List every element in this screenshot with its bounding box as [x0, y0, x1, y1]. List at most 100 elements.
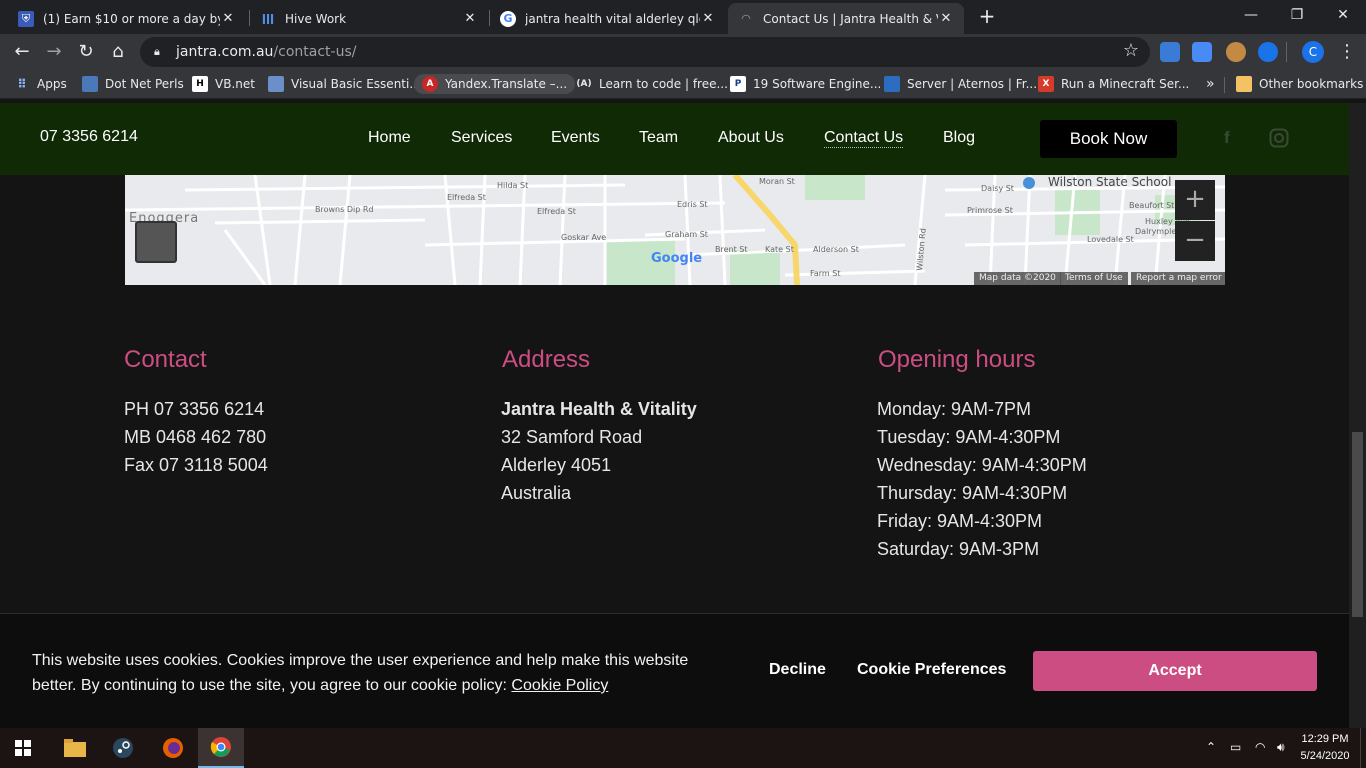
instagram-icon[interactable] [1269, 128, 1289, 148]
map-street-label: Dalrymple [1135, 227, 1177, 236]
folder-icon [1236, 76, 1252, 92]
window-close-icon[interactable]: ✕ [1320, 0, 1366, 30]
bookmark-item[interactable]: X Run a Minecraft Ser... [1038, 74, 1189, 94]
address-line: 32 Samford Road [501, 427, 643, 447]
browser-tab[interactable]: ⛨ (1) Earn $10 or more a day by do ✕ [8, 3, 246, 34]
map-zoom-in-button[interactable]: + [1175, 180, 1215, 220]
bookmarks-overflow-button[interactable]: » [1206, 74, 1215, 94]
bookmark-item[interactable]: Server | Aternos | Fr... [884, 74, 1037, 94]
minimize-icon[interactable]: — [1228, 0, 1274, 30]
map-street-label: Edris St [677, 200, 708, 209]
bookmark-label: Learn to code | free... [599, 77, 728, 91]
satellite-toggle-button[interactable] [135, 221, 177, 263]
translate-extension-icon[interactable] [1192, 42, 1212, 62]
bookmark-label: 19 Software Engine... [753, 77, 882, 91]
accept-button[interactable]: Accept [1033, 651, 1317, 691]
profile-avatar[interactable]: C [1302, 41, 1324, 63]
bookmark-label: Server | Aternos | Fr... [907, 77, 1038, 91]
address-bar[interactable]: 🔒︎ jantra.com.au/contact-us/ [140, 37, 1150, 67]
opening-hours-heading: Opening hours [878, 346, 1036, 373]
bookmark-item[interactable]: Visual Basic Essenti... [268, 74, 421, 94]
bookmark-label: Yandex.Translate –... [445, 77, 568, 91]
bookmark-star-icon[interactable]: ☆ [1117, 37, 1145, 65]
nav-home[interactable]: Home [368, 129, 411, 147]
cookie-policy-link[interactable]: Cookie Policy [511, 677, 608, 694]
bookmark-item[interactable]: H VB.net [192, 74, 255, 94]
windows-taskbar: ⌃ ▭ ◠ 🔊︎ 12:29 PM 5/24/2020 [0, 728, 1366, 768]
bookmark-item[interactable]: (A) Learn to code | free... [576, 74, 728, 94]
nav-contact-us[interactable]: Contact Us [824, 129, 904, 148]
nav-blog[interactable]: Blog [943, 129, 975, 147]
header-phone[interactable]: 07 3356 6214 [40, 128, 138, 146]
tray-chevron-icon[interactable]: ⌃ [1206, 740, 1216, 754]
wifi-icon[interactable]: ◠ [1255, 740, 1265, 754]
windows-start-icon[interactable] [0, 728, 46, 768]
google-map[interactable]: Enoggera Hilda St Elfreda St Elfreda St … [125, 175, 1225, 285]
bookmark-item[interactable]: A Yandex.Translate –... [414, 74, 576, 94]
clock-time: 12:29 PM [1301, 733, 1349, 745]
tab-title: Hive Work [285, 11, 347, 26]
bookmark-label: Apps [37, 77, 67, 91]
contact-phone[interactable]: PH 07 3356 6214 [124, 399, 264, 420]
system-clock[interactable]: 12:29 PM 5/24/2020 [1292, 731, 1358, 765]
aternos-icon [884, 76, 900, 92]
map-terms-link[interactable]: Terms of Use [1060, 272, 1128, 285]
address-line: Alderley 4051 [501, 455, 612, 475]
extension-icon[interactable] [1160, 42, 1180, 62]
map-zoom-out-button[interactable]: − [1175, 221, 1215, 261]
steam-icon[interactable] [100, 728, 146, 768]
map-street-label: Brent St [715, 245, 748, 254]
restore-icon[interactable]: ❐ [1274, 0, 1320, 30]
battery-icon[interactable]: ▭ [1230, 740, 1241, 754]
map-report-error-link[interactable]: Report a map error [1131, 272, 1225, 285]
close-icon[interactable]: ✕ [220, 11, 236, 26]
vbnet-icon: H [192, 76, 208, 92]
close-icon[interactable]: ✕ [700, 11, 716, 26]
decline-button[interactable]: Decline [769, 661, 826, 679]
cookie-extension-icon[interactable] [1226, 42, 1246, 62]
vb-essentials-icon [268, 76, 284, 92]
contact-mobile[interactable]: MB 0468 462 780 [124, 427, 266, 448]
map-street-label: Alderson St [813, 245, 859, 254]
grammarly-extension-icon[interactable] [1258, 42, 1278, 62]
shield-icon: ⛨ [18, 10, 34, 27]
site-header: 07 3356 6214 Home Services Events Team A… [0, 103, 1349, 175]
bookmark-item[interactable]: P 19 Software Engine... [730, 74, 881, 94]
new-tab-button[interactable]: + [976, 6, 998, 28]
close-icon[interactable]: ✕ [938, 11, 954, 26]
back-arrow-icon[interactable]: ← [8, 38, 36, 66]
page-scrollbar[interactable] [1349, 103, 1366, 728]
browser-tab-active[interactable]: ◠ Contact Us | Jantra Health & Vita ✕ [728, 3, 964, 34]
other-bookmarks[interactable]: Other bookmarks [1236, 74, 1363, 94]
browser-tab[interactable]: ǀǀǀ Hive Work ✕ [250, 3, 488, 34]
nav-team[interactable]: Team [639, 129, 678, 147]
reload-icon[interactable]: ↻ [72, 38, 100, 66]
bookmark-apps[interactable]: ⠿ Apps [14, 74, 67, 94]
forward-arrow-icon[interactable]: → [40, 38, 68, 66]
firefox-icon[interactable] [150, 728, 196, 768]
map-street-label: Browns Dip Rd [315, 205, 374, 214]
nav-events[interactable]: Events [551, 129, 600, 147]
map-street-label: Graham St [665, 230, 708, 239]
contact-fax: Fax 07 3118 5004 [124, 455, 268, 475]
url-host: jantra.com.au [176, 44, 274, 60]
home-icon[interactable]: ⌂ [104, 38, 132, 66]
volume-icon[interactable]: 🔊︎ [1277, 740, 1285, 755]
facebook-icon[interactable]: f [1224, 128, 1244, 148]
freecodecamp-icon: (A) [576, 79, 592, 89]
menu-kebab-icon[interactable]: ⋮ [1333, 38, 1361, 66]
tab-title: jantra health vital alderley qld 40 [525, 11, 700, 26]
close-icon[interactable]: ✕ [462, 11, 478, 26]
book-now-button[interactable]: Book Now [1040, 120, 1177, 158]
cookie-preferences-button[interactable]: Cookie Preferences [857, 661, 1006, 679]
file-explorer-icon[interactable] [52, 728, 98, 768]
bookmark-item[interactable]: Dot Net Perls [82, 74, 184, 94]
chrome-icon[interactable] [198, 728, 244, 768]
browser-tab[interactable]: G jantra health vital alderley qld 40 ✕ [490, 3, 726, 34]
url-path: /contact-us/ [273, 44, 357, 60]
nav-services[interactable]: Services [451, 129, 512, 147]
scrollbar-thumb[interactable] [1352, 432, 1363, 617]
show-desktop-button[interactable] [1360, 728, 1366, 768]
hours-line: Thursday: 9AM-4:30PM [877, 483, 1068, 503]
nav-about-us[interactable]: About Us [718, 129, 784, 147]
